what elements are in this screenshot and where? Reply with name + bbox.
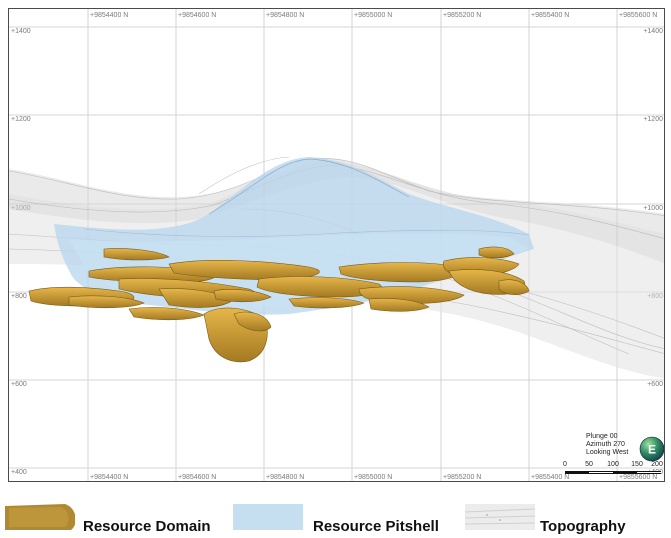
grid-label: +9854400 N (90, 474, 128, 481)
resource-domain-swatch-icon (5, 504, 75, 530)
resource-pitshell-swatch-icon (233, 504, 303, 530)
grid-label: +800 (11, 293, 27, 300)
grid-label: +9855000 N (354, 12, 392, 19)
legend-label: Resource Pitshell (313, 518, 439, 535)
scale-segment (637, 471, 661, 474)
scale-segment (565, 471, 589, 474)
grid-label: +1400 (643, 28, 663, 35)
grid-label: +9854400 N (90, 12, 128, 19)
section-scene: +9854400 N +9854400 N +9854600 N +9854600 N… (9, 9, 664, 481)
compass-letter: E (648, 443, 656, 457)
grid-label: +1400 (11, 28, 31, 35)
grid-label: +9855400 N (531, 12, 569, 19)
scale-bar: 0 50 100 150 200 (563, 461, 664, 481)
topography-swatch-icon (465, 504, 535, 530)
legend-label: Resource Domain (83, 518, 211, 535)
scale-segment (589, 471, 613, 474)
scale-tick-label: 200 (651, 461, 663, 468)
grid-label: +400 (11, 469, 27, 476)
compass-globe-icon[interactable]: E (639, 436, 665, 462)
grid-label: +1200 (11, 116, 31, 123)
grid-label: +9855200 N (443, 12, 481, 19)
grid-label: +9854800 N (266, 12, 304, 19)
legend: Resource Domain Resource Pitshell Topogr… (0, 498, 671, 538)
looking-label: Looking West (586, 449, 629, 456)
plunge-label: Plunge 00 (586, 433, 618, 440)
grid-label: +9854600 N (178, 474, 216, 481)
scale-tick-label: 0 (563, 461, 567, 468)
grid-label: +600 (647, 381, 663, 388)
grid-label: +9855200 N (443, 474, 481, 481)
azimuth-label: Azimuth 270 (586, 441, 625, 448)
scale-tick-label: 50 (585, 461, 593, 468)
grid-label: +9855400 N (531, 474, 569, 481)
grid-label: +9855600 N (619, 12, 657, 19)
3d-viewport[interactable]: +9854400 N +9854400 N +9854600 N +9854600 N… (8, 8, 665, 482)
grid-label: +9855000 N (354, 474, 392, 481)
legend-label: Topography (540, 518, 626, 535)
scale-tick-label: 100 (607, 461, 619, 468)
grid-label: +1200 (643, 116, 663, 123)
grid-label: +9854600 N (178, 12, 216, 19)
view-orientation: Plunge 00 Azimuth 270 Looking West (586, 433, 628, 457)
scale-segment (613, 471, 637, 474)
scale-tick-label: 150 (631, 461, 643, 468)
grid-label: +9854800 N (266, 474, 304, 481)
grid-label: +600 (11, 381, 27, 388)
grid-label: +1000 (643, 205, 663, 212)
